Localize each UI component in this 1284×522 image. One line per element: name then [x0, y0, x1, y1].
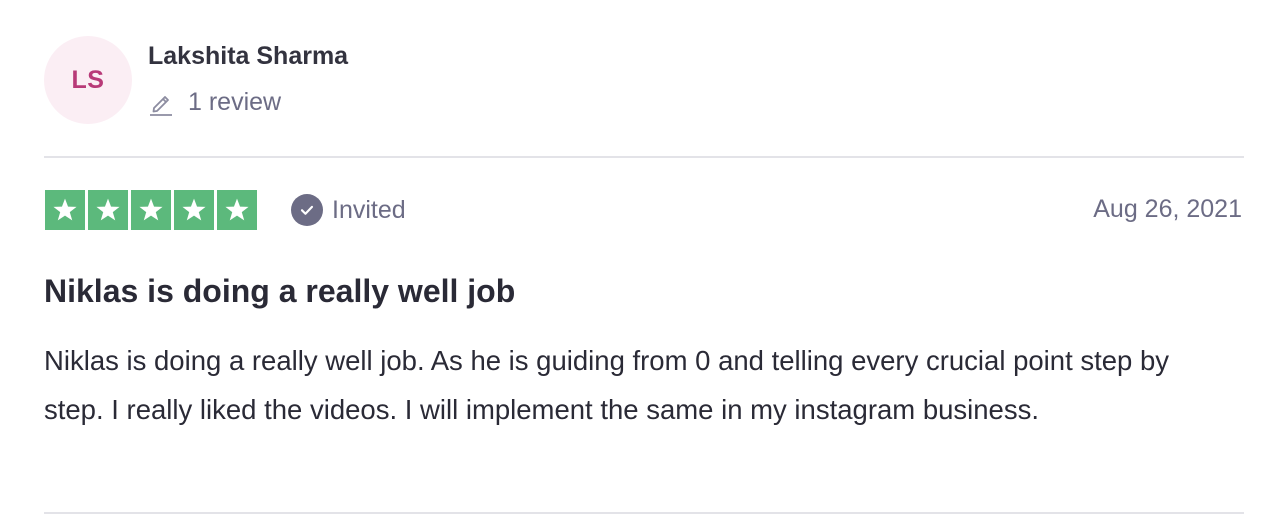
review-count-label: 1 review [188, 88, 282, 116]
star-rating [45, 190, 257, 230]
divider [44, 512, 1244, 514]
consumer-name[interactable]: Lakshita Sharma [148, 42, 348, 71]
star-icon [88, 190, 128, 230]
invited-badge[interactable]: Invited [291, 194, 406, 226]
review-title[interactable]: Niklas is doing a really well job [44, 273, 515, 310]
review-count[interactable]: 1 review [148, 88, 281, 117]
star-icon [174, 190, 214, 230]
divider [44, 156, 1244, 158]
consumer-info: LS Lakshita Sharma 1 review [44, 36, 644, 126]
star-icon [217, 190, 257, 230]
star-icon [131, 190, 171, 230]
avatar[interactable]: LS [44, 36, 132, 124]
check-circle-icon [291, 194, 323, 226]
pencil-icon [148, 90, 174, 116]
review-body: Niklas is doing a really well job. As he… [44, 345, 1170, 425]
review-date: Aug 26, 2021 [1093, 195, 1242, 223]
avatar-initials: LS [71, 65, 105, 94]
review-card: LS Lakshita Sharma 1 review Invited Aug … [44, 0, 1244, 522]
invited-label: Invited [332, 195, 406, 224]
star-icon [45, 190, 85, 230]
